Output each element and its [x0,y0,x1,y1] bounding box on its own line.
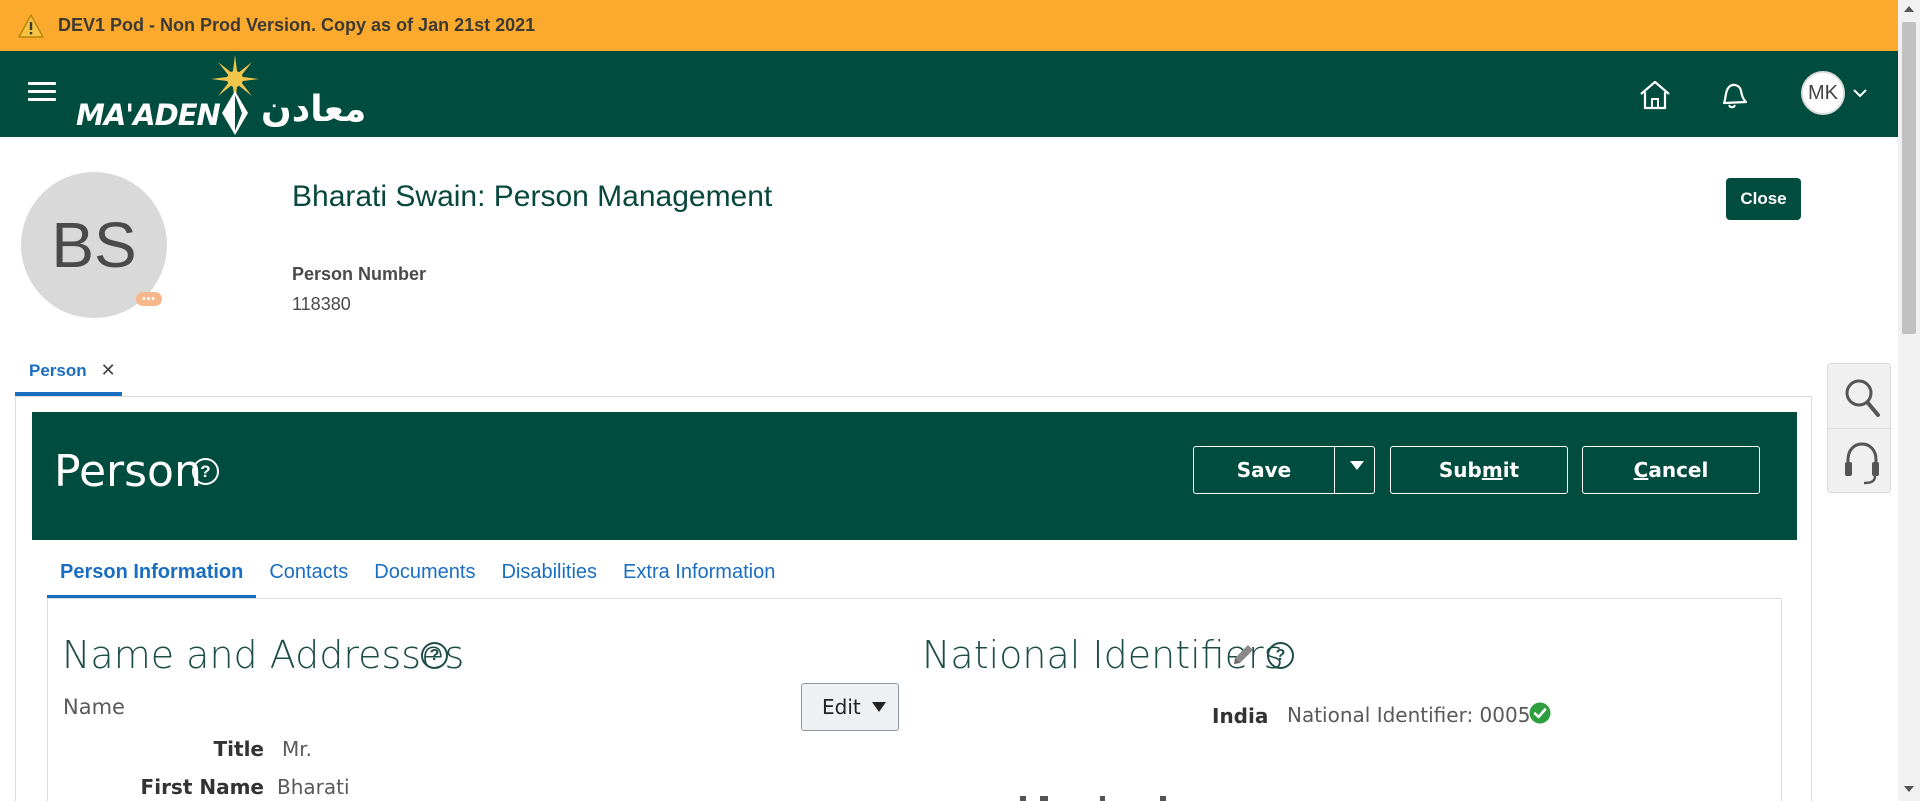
chevron-down-icon[interactable] [1852,87,1868,99]
subtab-contacts[interactable]: Contacts [256,557,361,599]
company-logo[interactable]: MA'ADEN معادن [76,55,396,135]
edit-dropdown-caret-icon [872,702,886,712]
subtab-person-information[interactable]: Person Information [47,557,257,599]
headset-icon[interactable] [1842,438,1882,488]
national-identifier-value: National Identifier: 0005 [1287,703,1531,727]
scroll-thumb[interactable] [1902,22,1916,334]
national-identifier-country: India [1212,704,1269,728]
submit-button[interactable]: Sub m it [1390,446,1568,494]
verified-check-icon [1529,702,1551,724]
name-addresses-title: Name and Addresses [62,633,465,677]
title-field-value: Mr. [282,737,312,761]
name-addresses-help-icon[interactable]: ? [421,642,448,669]
person-number-value: 118380 [292,294,351,314]
close-button[interactable]: Close [1726,178,1801,220]
menu-icon[interactable] [28,82,56,104]
person-panel-header: Person ? Save Sub m it Cancel [32,412,1797,540]
logo-text-ar: معادن [261,89,367,130]
save-split-divider [1334,447,1335,493]
clipped-text-fragment [1020,796,1166,801]
search-icon[interactable] [1842,374,1882,424]
first-name-field-value: Bharati [277,775,350,799]
subtab-documents[interactable]: Documents [361,557,488,599]
subtab-disabilities[interactable]: Disabilities [488,557,610,599]
global-header: MA'ADEN معادن MK [0,51,1898,137]
submit-label-pre: Sub [1438,458,1482,482]
submit-label-mnemonic: m [1481,458,1503,482]
submit-label-post: it [1502,458,1520,482]
logo-text-en: MA'ADEN [76,98,221,132]
side-tools-panel [1827,363,1892,493]
national-identifiers-help-icon[interactable]: ? [1267,642,1294,669]
edit-button-label: Edit [822,695,861,719]
name-subheading: Name [63,695,125,719]
title-field-label: Title [213,737,264,761]
help-icon[interactable]: ? [192,458,219,485]
more-options-icon[interactable]: ••• [136,292,162,306]
side-tools-divider [1828,428,1892,429]
panel-title: Person [54,446,202,497]
subtab-extra-information[interactable]: Extra Information [610,557,788,599]
scroll-down-arrow-icon[interactable] [1904,786,1914,792]
save-dropdown-caret-icon[interactable] [1350,461,1364,470]
page: DEV1 Pod - Non Prod Version. Copy as of … [0,0,1920,801]
notifications-bell-icon[interactable] [1716,79,1750,111]
first-name-field-label: First Name [140,775,264,799]
tab-person[interactable]: Person ✕ [15,349,122,396]
page-title: Bharati Swain: Person Management [292,180,773,213]
environment-banner: DEV1 Pod - Non Prod Version. Copy as of … [0,0,1898,51]
person-number-label: Person Number [292,264,427,284]
home-icon[interactable] [1638,79,1672,111]
cancel-label-mnemonic: C [1633,458,1649,482]
sub-tabs: Person Information Contacts Documents Di… [47,557,788,599]
banner-text: DEV1 Pod - Non Prod Version. Copy as of … [58,15,536,35]
save-button-group: Save [1193,446,1375,494]
scroll-up-arrow-icon[interactable] [1904,6,1914,12]
save-button[interactable]: Save [1194,447,1334,493]
cancel-button[interactable]: Cancel [1582,446,1760,494]
close-tab-icon[interactable]: ✕ [101,360,116,381]
cancel-label-post: ancel [1648,458,1709,482]
warning-icon [18,13,44,38]
tab-person-label: Person [29,360,87,380]
edit-button[interactable]: Edit [801,683,899,731]
pencil-edit-icon[interactable] [1230,642,1256,668]
user-avatar[interactable]: MK [1801,71,1845,115]
page-scrollbar[interactable] [1898,0,1920,801]
subtab-content-frame [47,598,1782,801]
